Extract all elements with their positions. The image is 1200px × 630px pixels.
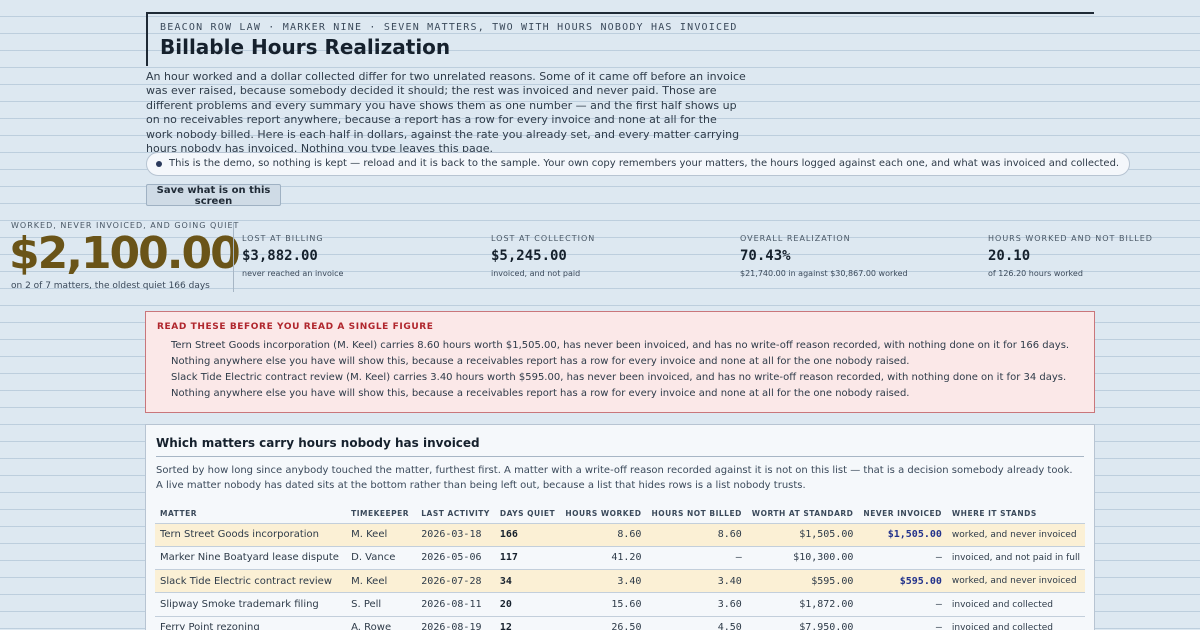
save-button[interactable]: Save what is on this screen [146, 184, 281, 207]
warning-box: READ THESE BEFORE YOU READ A SINGLE FIGU… [145, 311, 1095, 413]
stat-sub: invoiced, and not paid [491, 269, 581, 278]
stat-label: LOST AT BILLING [242, 234, 324, 243]
stat-sub: $21,740.00 in against $30,867.00 worked [740, 269, 908, 278]
cell-where: worked, and never invoiced [946, 569, 1085, 594]
cell-matter: Ferry Point rezoning [155, 616, 347, 630]
cell-hours-not-billed: 4.50 [646, 616, 747, 630]
demo-notice: This is the demo, so nothing is kept — r… [146, 152, 1131, 176]
stat-value: $5,245.00 [491, 248, 567, 264]
cell-last-activity: 2026-08-19 [416, 616, 495, 630]
cell-hours-worked: 15.60 [560, 592, 647, 617]
cell-hours-worked: 8.60 [560, 523, 647, 547]
stat-overall-realization: OVERALL REALIZATION 70.43% $21,740.00 in… [740, 234, 908, 278]
cell-hours-worked: 3.40 [560, 569, 647, 594]
stat-lost-at-collection: LOST AT COLLECTION $5,245.00 invoiced, a… [491, 234, 595, 278]
cell-days-quiet: 117 [494, 546, 561, 571]
stat-sub: of 126.20 hours worked [988, 269, 1083, 278]
cell-hours-worked: 41.20 [560, 546, 647, 571]
cell-never-invoiced: — [858, 616, 947, 630]
table-row[interactable]: Marker Nine Boatyard lease dispute D. Van… [155, 546, 1085, 571]
cell-timekeeper: D. Vance [346, 546, 417, 571]
page: BEACON ROW LAW · MARKER NINE · SEVEN MAT… [0, 0, 1200, 630]
cell-worth: $7,950.00 [746, 616, 859, 630]
cell-hours-not-billed: — [646, 546, 747, 571]
stat-value: 20.10 [988, 248, 1031, 264]
column-header-hours-worked[interactable]: HOURS WORKED [560, 505, 647, 524]
column-header-days-quiet[interactable]: DAYS QUIET [494, 505, 561, 524]
cell-days-quiet: 166 [494, 523, 561, 547]
cell-hours-not-billed: 3.40 [646, 569, 747, 594]
cell-hours-not-billed: 3.60 [646, 592, 747, 617]
column-header-timekeeper[interactable]: TIMEKEEPER [346, 505, 417, 524]
cell-matter: Slipway Smoke trademark filing [155, 592, 347, 617]
matters-table: MATTER TIMEKEEPER LAST ACTIVITY DAYS QUI… [155, 505, 1085, 630]
panel-description: Sorted by how long since anybody touched… [156, 465, 1073, 491]
stat-value: $3,882.00 [242, 248, 318, 264]
table-row[interactable]: Slipway Smoke trademark filing S. Pell 202… [155, 592, 1085, 617]
cell-never-invoiced: $595.00 [858, 569, 947, 594]
cell-where: invoiced and collected [946, 592, 1085, 617]
warning-heading: READ THESE BEFORE YOU READ A SINGLE FIGU… [157, 322, 434, 332]
column-header-matter[interactable]: MATTER [155, 505, 347, 524]
cell-where: invoiced and collected [946, 616, 1085, 630]
demo-notice-text: This is the demo, so nothing is kept — r… [169, 158, 1120, 169]
stat-lost-at-billing: LOST AT BILLING $3,882.00 never reached … [242, 234, 343, 278]
matters-table-body: Tern Street Goods incorporation M. Keel 20… [155, 523, 1085, 630]
cell-never-invoiced: — [858, 592, 947, 617]
bullet-dot-icon [156, 161, 162, 167]
cell-timekeeper: A. Rowe [346, 616, 417, 630]
stat-hours-not-billed: HOURS WORKED AND NOT BILLED 20.10 of 126… [988, 234, 1153, 278]
column-header-never-invoiced[interactable]: NEVER INVOICED [858, 505, 947, 524]
panel-divider [156, 456, 1084, 457]
cell-never-invoiced: $1,505.00 [858, 523, 947, 547]
cell-timekeeper: M. Keel [346, 569, 417, 594]
header-eyebrow: BEACON ROW LAW · MARKER NINE · SEVEN MAT… [160, 22, 738, 33]
stat-label: LOST AT COLLECTION [491, 234, 596, 243]
column-header-hours-not-billed[interactable]: HOURS NOT BILLED [646, 505, 747, 524]
cell-timekeeper: S. Pell [346, 592, 417, 617]
matters-panel: Which matters carry hours nobody has inv… [145, 424, 1095, 630]
table-row[interactable]: Tern Street Goods incorporation M. Keel 20… [155, 523, 1085, 547]
stat-label: OVERALL REALIZATION [740, 234, 851, 243]
column-header-last-activity[interactable]: LAST ACTIVITY [416, 505, 495, 524]
cell-worth: $1,872.00 [746, 592, 859, 617]
page-title: Billable Hours Realization [160, 35, 451, 59]
panel-title: Which matters carry hours nobody has inv… [156, 436, 480, 450]
table-row[interactable]: Slack Tide Electric contract review M. Ke… [155, 569, 1085, 594]
cell-hours-worked: 26.50 [560, 616, 647, 630]
cell-never-invoiced: — [858, 546, 947, 571]
cell-matter: Tern Street Goods incorporation [155, 523, 347, 547]
hero-sub: on 2 of 7 matters, the oldest quiet 166 … [11, 281, 210, 291]
column-header-where-it-stands[interactable]: WHERE IT STANDS [946, 505, 1085, 524]
table-row[interactable]: Ferry Point rezoning A. Rowe 2026-08-19 12 2… [155, 616, 1085, 630]
warning-list: Tern Street Goods incorporation (M. Keel… [157, 338, 1083, 402]
warning-item: Slack Tide Electric contract review (M. … [171, 372, 1067, 399]
column-header-worth-at-standard[interactable]: WORTH AT STANDARD [746, 505, 859, 524]
warning-item: Tern Street Goods incorporation (M. Keel… [171, 340, 1070, 367]
page-header: BEACON ROW LAW · MARKER NINE · SEVEN MAT… [146, 12, 1094, 66]
cell-days-quiet: 12 [494, 616, 561, 630]
stat-label: HOURS WORKED AND NOT BILLED [988, 234, 1153, 243]
cell-last-activity: 2026-03-18 [416, 523, 495, 547]
cell-where: worked, and never invoiced [946, 523, 1085, 547]
table-header-row: MATTER TIMEKEEPER LAST ACTIVITY DAYS QUI… [155, 505, 1085, 524]
cell-matter: Marker Nine Boatyard lease dispute [155, 546, 347, 571]
cell-days-quiet: 20 [494, 592, 561, 617]
cell-worth: $1,505.00 [746, 523, 859, 547]
stat-divider [233, 222, 234, 292]
cell-matter: Slack Tide Electric contract review [155, 569, 347, 594]
cell-last-activity: 2026-07-28 [416, 569, 495, 594]
cell-worth: $595.00 [746, 569, 859, 594]
stat-sub: never reached an invoice [242, 269, 344, 278]
cell-where: invoiced, and not paid in full [946, 546, 1085, 571]
cell-worth: $10,300.00 [746, 546, 859, 571]
cell-days-quiet: 34 [494, 569, 561, 594]
cell-hours-not-billed: 8.60 [646, 523, 747, 547]
stat-value: 70.43% [740, 248, 791, 264]
cell-last-activity: 2026-08-11 [416, 592, 495, 617]
hero-value: $2,100.00 [9, 228, 241, 279]
intro-text: An hour worked and a dollar collected di… [146, 70, 746, 156]
cell-last-activity: 2026-05-06 [416, 546, 495, 571]
cell-timekeeper: M. Keel [346, 523, 417, 547]
